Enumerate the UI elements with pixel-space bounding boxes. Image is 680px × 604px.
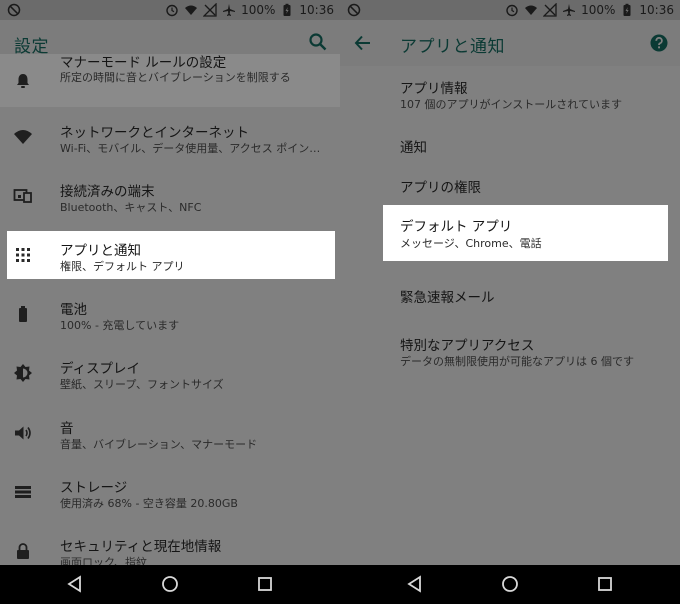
clock: 10:36 [639,3,674,17]
triangle-back-icon [67,575,81,593]
nav-back-button[interactable] [406,575,424,593]
battery-charging-icon [283,3,291,16]
settings-item-security-location[interactable]: セキュリティと現在地情報 画面ロック、指紋 [0,527,340,565]
devices-icon [13,186,33,206]
do-not-disturb-icon [347,3,361,17]
lock-icon [13,541,33,561]
wifi-signal-icon [525,5,538,15]
item-subtitle: データの無制限使用が可能なアプリは 6 個です [400,355,634,368]
item-subtitle: 使用済み 68% - 空き容量 20.80GB [60,497,238,510]
triangle-back-icon [407,575,421,593]
item-title: 電池 [60,302,87,318]
alarm-icon [506,4,518,17]
apps-notifications-panel: 100% 10:36 アプリと通知 アプリ情報 107 個のアプリがインストール… [340,0,680,565]
nav-home-button[interactable] [161,575,179,593]
status-bar: 100% 10:36 [340,0,680,20]
clock: 10:36 [299,3,334,17]
apps-grid-icon [13,245,33,265]
item-app-permissions[interactable]: アプリの権限 [340,168,680,202]
settings-item-apps-notifications[interactable]: アプリと通知 権限、デフォルト アプリ [7,231,335,279]
circle-home-icon [502,576,518,592]
item-title: ディスプレイ [60,361,141,377]
status-bar: 100% 10:36 [0,0,340,20]
item-title: 特別なアプリアクセス [400,338,535,354]
item-subtitle: 100% - 充電しています [60,319,180,332]
app-bar: アプリと通知 [340,20,680,66]
settings-item-network[interactable]: ネットワークとインターネット Wi-Fi、モバイル、データ使用量、アクセス ポイ… [0,113,340,161]
item-app-info[interactable]: アプリ情報 107 個のアプリがインストールされています [340,66,680,121]
alarm-icon [166,4,178,17]
square-recents-icon [598,577,612,591]
item-title: マナーモード ルールの設定 [60,55,227,71]
battery-percent: 100% [241,3,276,17]
page-title: アプリと通知 [400,37,505,57]
item-subtitle: 権限、デフォルト アプリ [60,260,185,273]
nav-recents-button[interactable] [596,575,614,593]
item-title: 緊急速報メール [400,290,495,306]
item-subtitle: 画面ロック、指紋 [60,556,148,565]
item-emergency-alerts[interactable]: 緊急速報メール [340,278,680,312]
back-arrow-icon[interactable] [353,33,373,53]
no-signal-icon [543,3,557,17]
item-title: ストレージ [60,480,128,496]
item-title: デフォルト アプリ [400,219,513,235]
settings-item-storage[interactable]: ストレージ 使用済み 68% - 空き容量 20.80GB [0,468,340,516]
storage-icon [13,482,33,502]
item-subtitle: Bluetooth、キャスト、NFC [60,201,202,214]
nav-recents-button[interactable] [256,575,274,593]
battery-percent: 100% [581,3,616,17]
settings-item-connected-devices[interactable]: 接続済みの端末 Bluetooth、キャスト、NFC [0,172,340,220]
settings-item-battery[interactable]: 電池 100% - 充電しています [0,290,340,338]
airplane-icon [563,4,576,16]
item-title: ネットワークとインターネット [60,125,249,141]
item-title: 接続済みの端末 [60,184,155,200]
wifi-icon [13,127,33,147]
square-recents-icon [258,577,272,591]
no-signal-icon [203,3,217,17]
item-title: アプリ情報 [400,81,468,97]
bell-icon [13,71,33,91]
battery-icon [13,304,33,324]
help-icon[interactable] [649,33,669,53]
circle-home-icon [162,576,178,592]
settings-panel: 100% 10:36 設定 マナーモード ルールの設定 所定の時間に音とバイブレ… [0,0,340,565]
item-title: 通知 [400,140,427,156]
battery-charging-icon [623,3,631,16]
search-icon[interactable] [308,32,328,52]
item-default-apps[interactable]: デフォルト アプリ メッセージ、Chrome、電話 [383,205,668,261]
wifi-signal-icon [185,5,198,15]
item-notifications[interactable]: 通知 [340,128,680,162]
item-title: 音 [60,421,74,437]
item-title: アプリの権限 [400,180,481,196]
item-subtitle: 音量、バイブレーション、マナーモード [60,438,258,451]
item-subtitle: Wi-Fi、モバイル、データ使用量、アクセス ポイン… [60,142,321,155]
volume-icon [13,423,33,443]
settings-item-display[interactable]: ディスプレイ 壁紙、スリープ、フォントサイズ [0,349,340,397]
settings-item-do-not-disturb-rules[interactable]: マナーモード ルールの設定 所定の時間に音とバイブレーションを制限する [0,54,340,107]
nav-home-button[interactable] [501,575,519,593]
nav-back-button[interactable] [66,575,84,593]
navigation-bar [0,565,680,604]
brightness-icon [13,363,33,383]
item-title: セキュリティと現在地情報 [60,539,222,555]
item-special-app-access[interactable]: 特別なアプリアクセス データの無制限使用が可能なアプリは 6 個です [340,326,680,376]
settings-item-sound[interactable]: 音 音量、バイブレーション、マナーモード [0,409,340,457]
item-subtitle: 107 個のアプリがインストールされています [400,98,622,111]
airplane-icon [223,4,236,16]
item-subtitle: メッセージ、Chrome、電話 [400,237,542,250]
item-subtitle: 所定の時間に音とバイブレーションを制限する [60,71,291,84]
item-title: アプリと通知 [60,243,141,259]
item-subtitle: 壁紙、スリープ、フォントサイズ [60,378,224,391]
do-not-disturb-icon [7,3,21,17]
